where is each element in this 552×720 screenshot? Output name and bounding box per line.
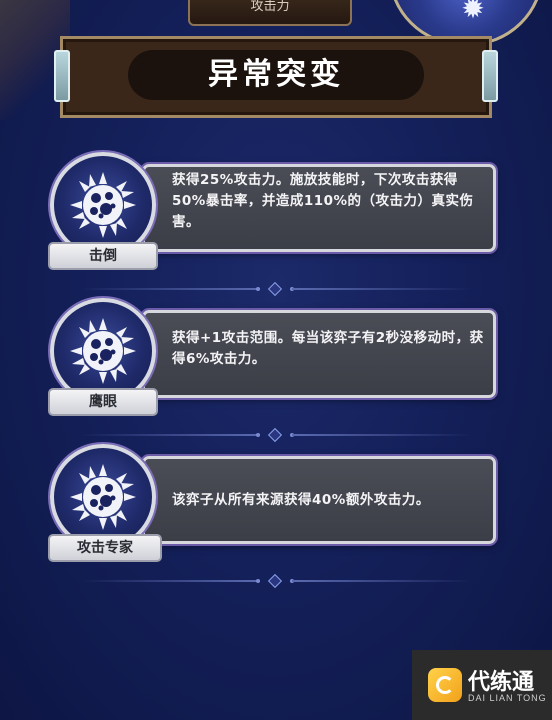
augment-description: 该弈子从所有来源获得40%额外攻击力。	[172, 492, 430, 508]
augment-name-plate: 击倒	[48, 242, 158, 270]
watermark-title: 代练通	[468, 669, 535, 694]
augment-description: 获得25%攻击力。施放技能时，下次攻击获得50%暴击率，并造成110%的（攻击力…	[172, 172, 474, 230]
top-tab-label: 攻击力	[250, 0, 290, 14]
augment-name-plate: 鹰眼	[48, 388, 158, 416]
banner-end-left	[54, 50, 70, 102]
crest-star-icon: ✹	[461, 0, 485, 25]
banner-end-right	[482, 50, 498, 102]
watermark-subtitle: DAI LIAN TONG	[468, 693, 547, 703]
augment-card-1[interactable]: 获得25%攻击力。施放技能时，下次攻击获得50%暴击率，并造成110%的（攻击力…	[0, 152, 552, 282]
watermark-logo-mark	[436, 676, 454, 694]
top-tab[interactable]: 攻击力	[188, 0, 352, 26]
page-title: 异常突变	[128, 50, 424, 100]
augment-description: 获得+1攻击范围。每当该弈子有2秒没移动时，获得6%攻击力。	[172, 330, 484, 367]
augment-name-plate: 攻击专家	[48, 534, 162, 562]
augment-card-3[interactable]: 该弈子从所有来源获得40%额外攻击力。 攻击专家	[0, 444, 552, 574]
section-divider	[80, 281, 472, 297]
augment-card-2[interactable]: 获得+1攻击范围。每当该弈子有2秒没移动时，获得6%攻击力。 鹰眼	[0, 298, 552, 428]
section-divider	[80, 427, 472, 443]
section-divider	[80, 573, 472, 589]
